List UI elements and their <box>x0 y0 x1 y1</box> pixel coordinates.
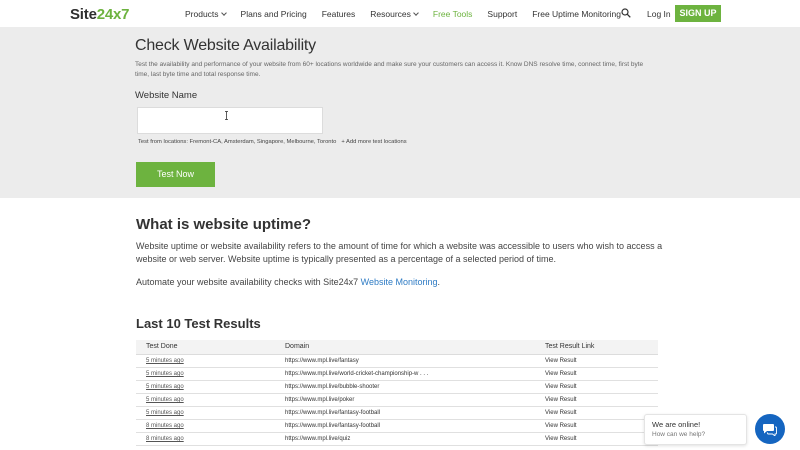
website-name-input[interactable] <box>137 107 323 134</box>
view-result-link[interactable]: View Result <box>545 436 577 442</box>
table-row: 5 minutes ago https://www.mpl.live/fanta… <box>136 355 658 368</box>
view-result-link[interactable]: View Result <box>545 397 577 403</box>
nav-resources[interactable]: Resources <box>370 9 419 19</box>
login-link[interactable]: Log In <box>647 9 671 19</box>
row-time[interactable]: 5 minutes ago <box>146 397 184 403</box>
main-nav: Products Plans and Pricing Features Reso… <box>185 9 636 19</box>
view-result-link[interactable]: View Result <box>545 384 577 390</box>
chat-help-text: How can we help? <box>652 431 706 438</box>
add-locations-link[interactable]: + Add more test locations <box>341 139 406 145</box>
nav-free-uptime-monitoring[interactable]: Free Uptime Monitoring <box>532 9 621 19</box>
col-test-done: Test Done <box>146 343 178 350</box>
automate-paragraph: Automate your website availability check… <box>136 277 440 287</box>
col-test-result-link: Test Result Link <box>545 343 595 350</box>
row-time[interactable]: 5 minutes ago <box>146 358 184 364</box>
signup-button[interactable]: SIGN UP <box>675 5 721 22</box>
test-locations: Test from locations: Fremont-CA, Amsterd… <box>138 139 407 145</box>
chat-button[interactable] <box>755 414 785 444</box>
table-row: 5 minutes ago https://www.mpl.live/world… <box>136 368 658 381</box>
row-domain: https://www.mpl.live/fantasy-football <box>285 423 381 429</box>
view-result-link[interactable]: View Result <box>545 423 577 429</box>
table-row: 5 minutes ago https://www.mpl.live/fanta… <box>136 407 658 420</box>
nav-features[interactable]: Features <box>322 9 356 19</box>
results-table: Test Done Domain Test Result Link 5 minu… <box>136 340 658 446</box>
col-domain: Domain <box>285 343 310 350</box>
uptime-definition: Website uptime or website availability r… <box>136 241 663 264</box>
site-header: Site24x7 Products Plans and Pricing Feat… <box>0 0 800 28</box>
text-cursor-icon <box>225 111 228 120</box>
nav-free-tools[interactable]: Free Tools <box>433 9 473 19</box>
view-result-link[interactable]: View Result <box>545 371 577 377</box>
row-time[interactable]: 5 minutes ago <box>146 410 184 416</box>
page-title: Check Website Availability <box>135 37 316 54</box>
row-time[interactable]: 8 minutes ago <box>146 423 184 429</box>
nav-plans-and-pricing[interactable]: Plans and Pricing <box>241 9 307 19</box>
row-time[interactable]: 5 minutes ago <box>146 384 184 390</box>
chevron-down-icon <box>220 9 227 16</box>
row-time[interactable]: 8 minutes ago <box>146 436 184 442</box>
table-row: 8 minutes ago https://www.mpl.live/quiz … <box>136 433 658 446</box>
site-logo[interactable]: Site24x7 <box>70 6 129 23</box>
chat-online-text: We are online! <box>652 420 701 429</box>
table-row: 8 minutes ago https://www.mpl.live/fanta… <box>136 420 658 433</box>
nav-support[interactable]: Support <box>487 9 517 19</box>
results-title: Last 10 Test Results <box>136 316 261 331</box>
chevron-down-icon <box>413 9 419 16</box>
row-time[interactable]: 5 minutes ago <box>146 371 184 377</box>
test-now-button[interactable]: Test Now <box>136 162 215 187</box>
view-result-link[interactable]: View Result <box>545 410 577 416</box>
row-domain: https://www.mpl.live/quiz <box>285 436 351 442</box>
table-row: 5 minutes ago https://www.mpl.live/bubbl… <box>136 381 658 394</box>
row-domain: https://www.mpl.live/fantasy <box>285 358 359 364</box>
chat-prompt[interactable]: We are online! How can we help? <box>644 414 747 445</box>
search-icon[interactable] <box>621 8 631 18</box>
availability-check-panel: Check Website Availability Test the avai… <box>0 28 800 198</box>
row-domain: https://www.mpl.live/poker <box>285 397 355 403</box>
website-name-label: Website Name <box>135 90 198 101</box>
nav-products[interactable]: Products <box>185 9 227 19</box>
view-result-link[interactable]: View Result <box>545 358 577 364</box>
hero-description: Test the availability and performance of… <box>135 61 644 78</box>
table-header: Test Done Domain Test Result Link <box>136 340 658 355</box>
row-domain: https://www.mpl.live/world-cricket-champ… <box>285 371 429 377</box>
row-domain: https://www.mpl.live/fantasy-football <box>285 410 381 416</box>
test-locations-text: Test from locations: Fremont-CA, Amsterd… <box>138 139 337 145</box>
website-monitoring-link[interactable]: Website Monitoring <box>361 277 438 287</box>
table-row: 5 minutes ago https://www.mpl.live/poker… <box>136 394 658 407</box>
chat-icon <box>763 424 777 436</box>
uptime-section-title: What is website uptime? <box>136 216 312 233</box>
row-domain: https://www.mpl.live/bubble-shooter <box>285 384 380 390</box>
